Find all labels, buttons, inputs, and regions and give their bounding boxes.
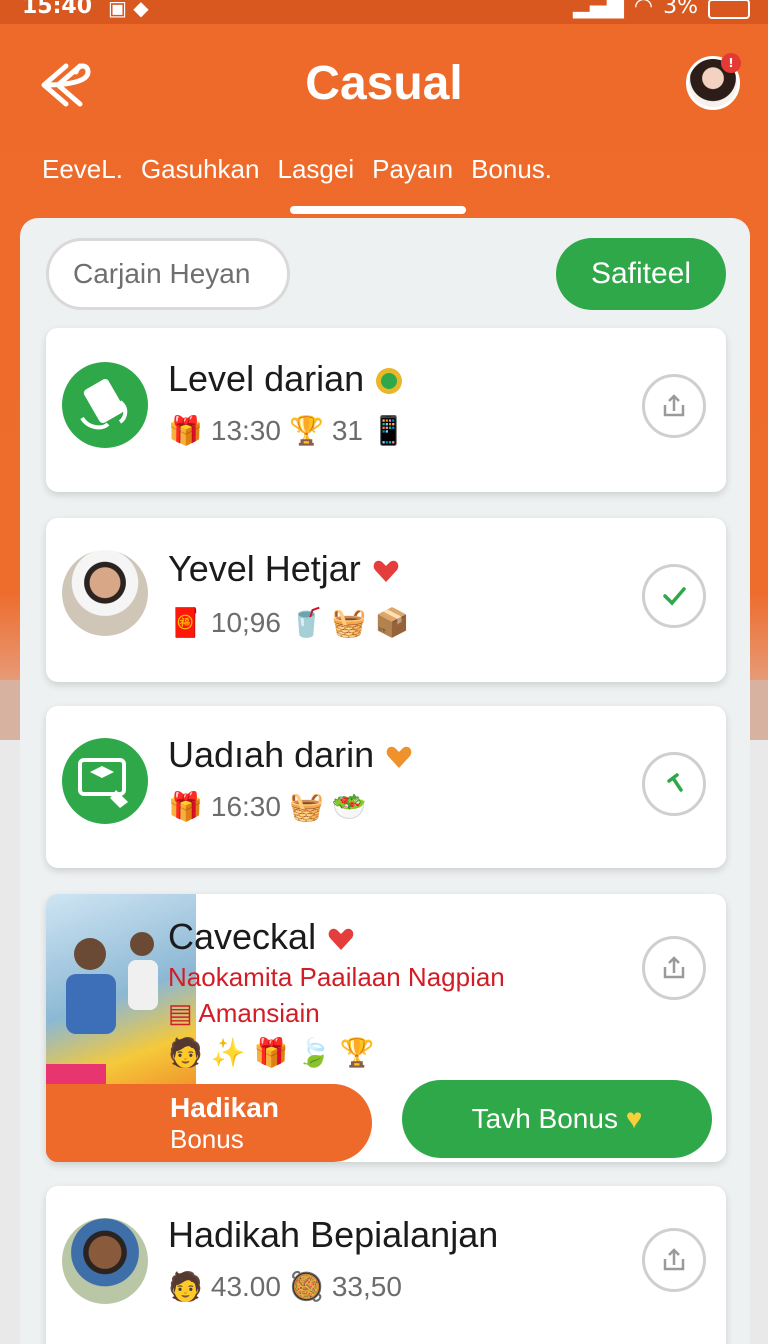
- item-meta: 🎁 13:30 🏆 31 📱: [168, 414, 406, 447]
- avatar: [62, 1218, 148, 1304]
- trophy-icon: 🏆: [339, 1037, 375, 1068]
- share-icon: [663, 956, 685, 979]
- tab-bonus[interactable]: Bonus.: [471, 154, 552, 185]
- promo-card[interactable]: Caveckal Naokamita Paailaan Nagpian ▤ Am…: [46, 894, 726, 1162]
- item-name: Yevel Hetjar: [168, 548, 361, 589]
- item-title: Hadikah Bepialanjan: [168, 1214, 499, 1255]
- box-icon: 📦: [374, 607, 410, 638]
- tab-payain[interactable]: Payaın: [372, 154, 453, 185]
- list-item[interactable]: Uadıah darin 🎁 16:30 🧺 🥗: [46, 706, 726, 868]
- hammer-button[interactable]: [642, 752, 706, 816]
- status-right: ▂▄▆ ◠ 3%: [573, 0, 750, 19]
- share-button[interactable]: [642, 936, 706, 1000]
- item-meta: 🧧 10;96 🥤 🧺 📦: [168, 606, 410, 639]
- ticket-icon: ▤: [168, 998, 199, 1028]
- item-stat-1: 10;96: [210, 606, 281, 638]
- heart-badge-icon: [328, 929, 354, 951]
- search-input[interactable]: [46, 238, 290, 310]
- bonus-button-label: Tavh Bonus: [471, 1103, 618, 1134]
- phone-icon: 📱: [370, 415, 406, 446]
- share-button[interactable]: [642, 1228, 706, 1292]
- list-item[interactable]: Hadikah Bepialanjan 🧑 43.00 🥘 33,50: [46, 1186, 726, 1344]
- food-basket-icon: 🧺: [288, 791, 324, 822]
- battery-percent: 3%: [663, 0, 698, 19]
- profile-avatar[interactable]: !: [686, 53, 741, 110]
- promo-tag[interactable]: Hadikan Bonus: [46, 1084, 372, 1162]
- active-tab-indicator: [290, 206, 466, 214]
- item-title: Uadıah darin: [168, 734, 414, 776]
- person-icon: 🧑: [168, 1271, 203, 1302]
- battery-icon: [708, 0, 750, 19]
- tab-lasgei[interactable]: Lasgei: [277, 154, 354, 185]
- drink-icon: 🥤: [288, 607, 324, 638]
- list-item[interactable]: Level darian 🎁 13:30 🏆 31 📱: [46, 328, 726, 492]
- list-item[interactable]: Yevel Hetjar 🧧 10;96 🥤 🧺 📦: [46, 518, 726, 682]
- promo-subtitle-text: Amansiain: [198, 998, 320, 1028]
- gift-icon: 🎁: [168, 415, 203, 446]
- promo-icons: 🧑 ✨ 🎁 🍃 🏆: [168, 1036, 374, 1069]
- share-icon: [663, 394, 685, 417]
- item-title: Caveckal: [168, 916, 356, 958]
- heart-badge-icon: [386, 747, 412, 769]
- person-icon: 🧑: [168, 1037, 203, 1068]
- check-icon: [663, 587, 686, 606]
- item-stat-1: 16:30: [210, 790, 281, 822]
- avatar: [62, 550, 148, 636]
- sparkle-icon: ✨: [210, 1037, 246, 1068]
- salad-icon: 🥗: [331, 791, 367, 822]
- hammer-icon: [667, 773, 683, 792]
- item-name: Uadıah darin: [168, 734, 375, 775]
- heart-badge-icon: [373, 561, 399, 583]
- gift-icon: 🎁: [253, 1037, 289, 1068]
- certificate-icon: [62, 738, 148, 824]
- badge-icon: [376, 368, 403, 395]
- share-icon: [663, 1248, 685, 1271]
- item-title: Yevel Hetjar: [168, 548, 401, 590]
- item-name: Caveckal: [168, 916, 317, 957]
- promo-subtitle-2: ▤ Amansiain: [168, 998, 320, 1029]
- tab-bar: EeveL. Gasuhkan Lasgei Payaın Bonus.: [42, 154, 552, 185]
- notification-badge: !: [721, 53, 741, 73]
- item-meta: 🧑 43.00 🥘 33,50: [168, 1270, 402, 1303]
- check-button[interactable]: [642, 564, 706, 628]
- item-stat-2: 33,50: [331, 1270, 402, 1302]
- item-meta: 🎁 16:30 🧺 🥗: [168, 790, 367, 823]
- leaf-icon: 🍃: [296, 1037, 332, 1068]
- trophy-icon: 🏆: [288, 415, 324, 446]
- share-button[interactable]: [642, 374, 706, 438]
- status-time: 15:40: [22, 0, 93, 19]
- promo-subtitle: Naokamita Paailaan Nagpian: [168, 962, 505, 992]
- tab-level[interactable]: EeveL.: [42, 154, 123, 185]
- gift-icon: 🎁: [168, 791, 203, 822]
- bonus-button[interactable]: Tavh Bonus ♥: [402, 1080, 712, 1158]
- app-header: Casual !: [0, 30, 768, 140]
- status-bar: 15:40 ▣ ◆ ▂▄▆ ◠ 3%: [0, 0, 768, 24]
- promo-tag-subtitle: Bonus: [170, 1124, 244, 1154]
- signal-icon: ▂▄▆: [573, 0, 624, 19]
- red-envelope-icon: 🧧: [168, 607, 203, 638]
- document-icon: [62, 362, 148, 448]
- item-stat-1: 43.00: [210, 1270, 281, 1302]
- item-stat-1: 13:30: [210, 414, 281, 446]
- promo-tag-title: Hadikan: [170, 1092, 279, 1123]
- page-title: Casual: [305, 57, 463, 110]
- item-stat-2: 31: [331, 414, 363, 446]
- food-bowl-icon: 🥘: [288, 1271, 324, 1302]
- item-title: Level darian: [168, 358, 404, 400]
- filter-button[interactable]: Safiteel: [556, 238, 726, 310]
- notification-icons: ▣ ◆: [108, 0, 149, 20]
- item-name: Level darian: [168, 358, 365, 399]
- heart-icon: ♥: [625, 1103, 643, 1134]
- gift-basket-icon: 🧺: [331, 607, 367, 638]
- wifi-icon: ◠: [633, 0, 654, 19]
- tab-gasuhkan[interactable]: Gasuhkan: [141, 154, 260, 185]
